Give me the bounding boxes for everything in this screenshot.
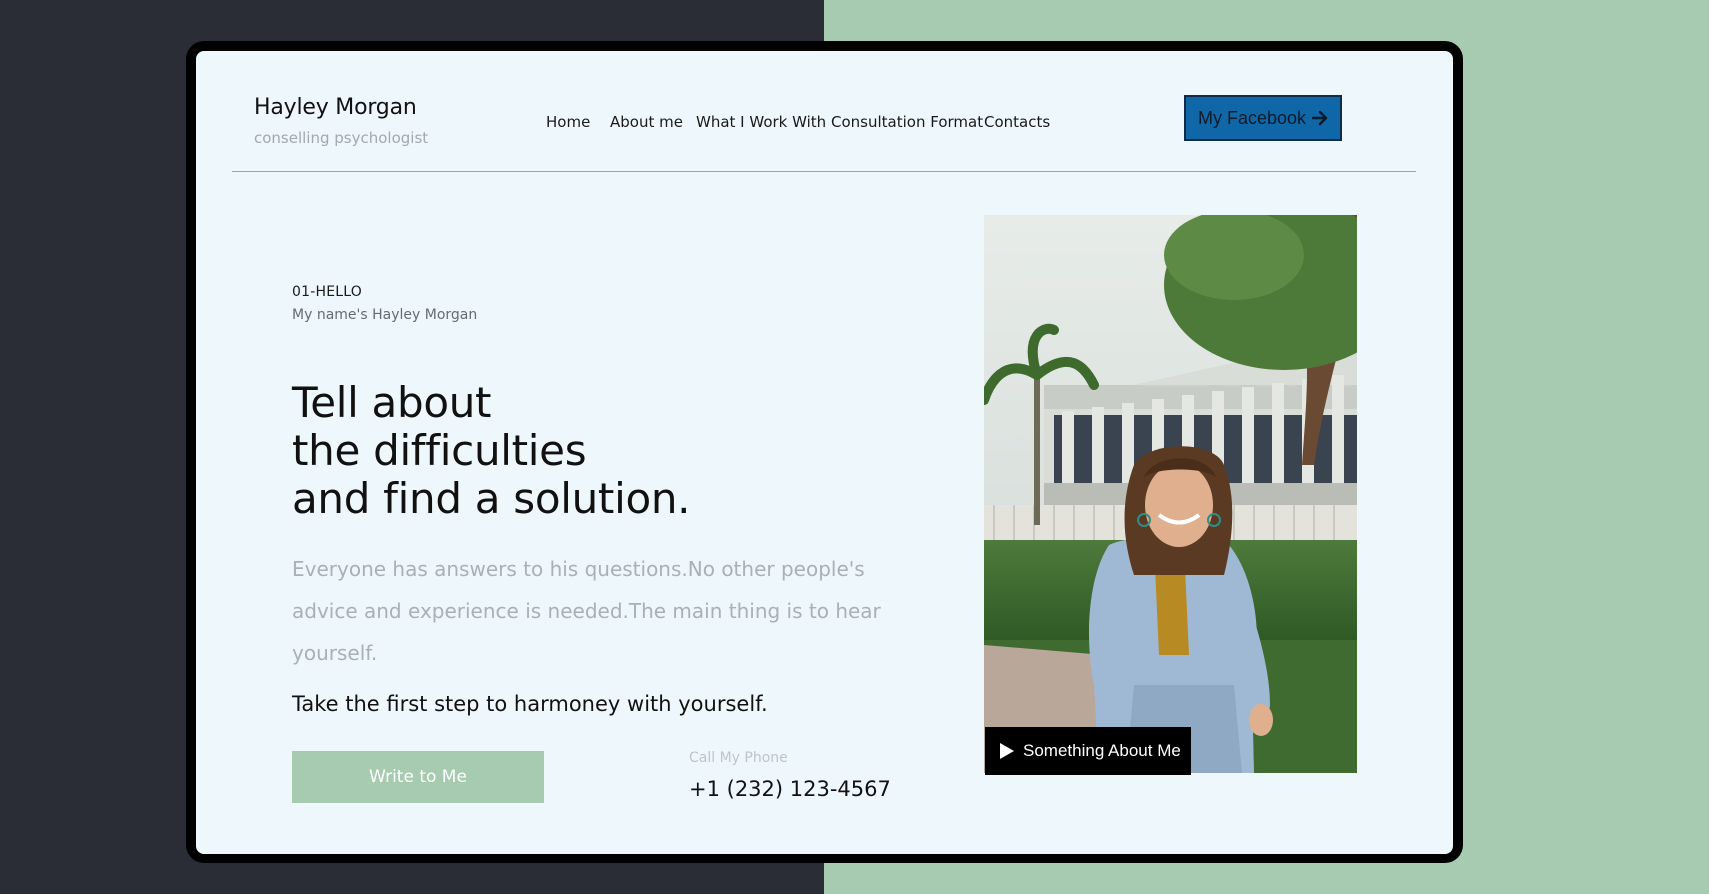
header-divider bbox=[232, 171, 1416, 172]
brand-subtitle: conselling psychologist bbox=[254, 129, 429, 147]
nav-item-home[interactable]: Home bbox=[546, 113, 590, 131]
video-button-label: Something About Me bbox=[1023, 741, 1181, 760]
phone-label: Call My Phone bbox=[689, 750, 788, 766]
hero-lead: Everyone has answers to his questions.No… bbox=[292, 557, 881, 665]
nav-item-about[interactable]: About me bbox=[610, 113, 683, 131]
video-button[interactable]: Something About Me bbox=[985, 727, 1191, 775]
portrait-illustration bbox=[984, 215, 1357, 773]
cta-text: Take the first step to harmoney with you… bbox=[292, 692, 768, 716]
headline-line: and find a solution. bbox=[292, 474, 691, 523]
nav-item-contacts[interactable]: Contacts bbox=[984, 113, 1050, 131]
arrow-right-icon bbox=[1312, 110, 1328, 126]
headline-line: Tell about bbox=[292, 378, 492, 427]
play-icon bbox=[1000, 743, 1014, 759]
brand-name[interactable]: Hayley Morgan bbox=[254, 95, 417, 120]
hero-headline: Tell about the difficulties and find a s… bbox=[292, 379, 852, 523]
write-to-me-button[interactable]: Write to Me bbox=[292, 751, 544, 803]
nav-item-consultation-format[interactable]: Consultation Format bbox=[831, 113, 983, 131]
page-card: Hayley Morgan conselling psychologist Ho… bbox=[196, 51, 1453, 854]
section-kicker: 01-HELLO bbox=[292, 284, 362, 300]
section-kicker-sub: My name's Hayley Morgan bbox=[292, 307, 478, 323]
facebook-button-label: My Facebook bbox=[1197, 107, 1307, 128]
nav-item-what-i-work-with[interactable]: What I Work With bbox=[696, 113, 826, 131]
facebook-button[interactable]: My Facebook bbox=[1184, 95, 1342, 141]
portrait-photo bbox=[984, 215, 1357, 773]
headline-line: the difficulties bbox=[292, 426, 587, 475]
phone-number[interactable]: +1 (232) 123-4567 bbox=[689, 777, 891, 801]
